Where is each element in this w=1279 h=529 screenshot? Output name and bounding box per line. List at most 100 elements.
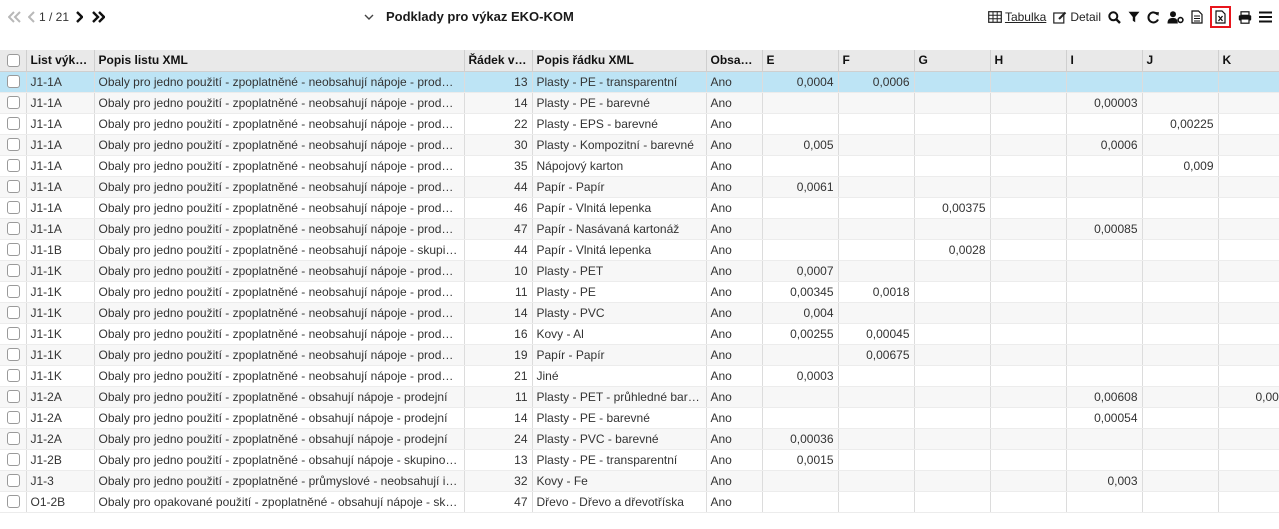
table-row[interactable]: J1-1B Obaly pro jedno použití - zpoplatně… [0, 239, 1279, 261]
table-row[interactable]: J1-1A Obaly pro jedno použití - zpoplatně… [0, 113, 1279, 135]
row-checkbox-cell[interactable] [0, 260, 27, 282]
row-checkbox-cell[interactable] [0, 428, 27, 450]
header-f[interactable]: F [838, 50, 915, 72]
table-row[interactable]: J1-1K Obaly pro jedno použití - zpoplatně… [0, 323, 1279, 345]
table-row[interactable]: J1-1A Obaly pro jedno použití - zpoplatně… [0, 197, 1279, 219]
row-checkbox[interactable] [7, 201, 20, 214]
table-row[interactable]: J1-1A Obaly pro jedno použití - zpoplatně… [0, 218, 1279, 240]
row-checkbox-cell[interactable] [0, 365, 27, 387]
col-j-cell [1142, 281, 1219, 303]
header-obsahuje[interactable]: Obsahuje [706, 50, 763, 72]
row-checkbox[interactable] [7, 495, 20, 508]
row-checkbox[interactable] [7, 369, 20, 382]
row-checkbox[interactable] [7, 180, 20, 193]
previous-record-icon[interactable] [28, 9, 36, 25]
table-row[interactable]: J1-1K Obaly pro jedno použití - zpoplatně… [0, 365, 1279, 387]
header-radek-vykazu[interactable]: Řádek výkazu [464, 50, 533, 72]
last-record-icon[interactable] [91, 9, 106, 25]
row-checkbox[interactable] [7, 411, 20, 424]
header-list-vykazu[interactable]: List výkazu X [26, 50, 95, 72]
header-e[interactable]: E [762, 50, 839, 72]
row-checkbox-cell[interactable] [0, 113, 27, 135]
row-checkbox[interactable] [7, 285, 20, 298]
radek-vykazu-cell: 14 [464, 92, 533, 114]
col-g-cell [914, 155, 991, 177]
table-row[interactable]: J1-1A Obaly pro jedno použití - zpoplatně… [0, 134, 1279, 156]
row-checkbox[interactable] [7, 474, 20, 487]
col-e-cell: 0,00036 [762, 428, 839, 450]
row-checkbox-cell[interactable] [0, 386, 27, 408]
row-checkbox-cell[interactable] [0, 197, 27, 219]
row-checkbox-cell[interactable] [0, 155, 27, 177]
row-checkbox[interactable] [7, 96, 20, 109]
row-checkbox[interactable] [7, 264, 20, 277]
row-checkbox[interactable] [7, 243, 20, 256]
header-j[interactable]: J [1142, 50, 1219, 72]
row-checkbox[interactable] [7, 138, 20, 151]
header-i[interactable]: I [1066, 50, 1143, 72]
row-checkbox-cell[interactable] [0, 176, 27, 198]
detail-view-button[interactable]: Detail [1053, 10, 1101, 24]
row-checkbox-cell[interactable] [0, 323, 27, 345]
table-row[interactable]: J1-1A Obaly pro jedno použití - zpoplatně… [0, 176, 1279, 198]
table-row[interactable]: O1-2B Obaly pro opakované použití - zpopl… [0, 491, 1279, 513]
table-row[interactable]: J1-2B Obaly pro jedno použití - zpoplatně… [0, 449, 1279, 471]
select-all-cell[interactable] [0, 50, 27, 72]
header-k[interactable]: K [1218, 50, 1279, 72]
row-checkbox[interactable] [7, 75, 20, 88]
col-j-cell [1142, 407, 1219, 429]
header-g[interactable]: G [914, 50, 991, 72]
search-icon[interactable] [1108, 10, 1121, 24]
header-h[interactable]: H [990, 50, 1067, 72]
table-row[interactable]: J1-2A Obaly pro jedno použití - zpoplatně… [0, 428, 1279, 450]
row-checkbox-cell[interactable] [0, 491, 27, 513]
header-popis-listu[interactable]: Popis listu XML [94, 50, 465, 72]
excel-export-button[interactable] [1210, 6, 1231, 28]
row-checkbox-cell[interactable] [0, 134, 27, 156]
menu-icon[interactable] [1259, 11, 1272, 23]
chevron-down-icon[interactable] [364, 10, 374, 24]
table-row[interactable]: J1-1A Obaly pro jedno použití - zpoplatně… [0, 92, 1279, 114]
col-k-cell [1218, 365, 1279, 387]
table-row[interactable]: J1-1K Obaly pro jedno použití - zpoplatně… [0, 302, 1279, 324]
row-checkbox-cell[interactable] [0, 92, 27, 114]
row-checkbox-cell[interactable] [0, 239, 27, 261]
col-i-cell [1066, 155, 1143, 177]
row-checkbox[interactable] [7, 306, 20, 319]
document-icon[interactable] [1191, 10, 1203, 24]
select-all-checkbox[interactable] [7, 53, 20, 67]
row-checkbox[interactable] [7, 348, 20, 361]
row-checkbox-cell[interactable] [0, 344, 27, 366]
user-settings-icon[interactable] [1167, 10, 1184, 24]
table-row[interactable]: J1-1A Obaly pro jedno použití - zpoplatně… [0, 71, 1279, 93]
table-row[interactable]: J1-1A Obaly pro jedno použití - zpoplatně… [0, 155, 1279, 177]
row-checkbox[interactable] [7, 327, 20, 340]
row-checkbox-cell[interactable] [0, 71, 27, 93]
print-icon[interactable] [1238, 10, 1252, 24]
table-row[interactable]: J1-2A Obaly pro jedno použití - zpoplatně… [0, 386, 1279, 408]
row-checkbox-cell[interactable] [0, 407, 27, 429]
row-checkbox-cell[interactable] [0, 218, 27, 240]
first-record-icon[interactable] [8, 9, 22, 25]
table-row[interactable]: J1-1K Obaly pro jedno použití - zpoplatně… [0, 260, 1279, 282]
col-e-cell: 0,0015 [762, 449, 839, 471]
table-row[interactable]: J1-3 Obaly pro jedno použití - zpoplatněn… [0, 470, 1279, 492]
row-checkbox-cell[interactable] [0, 302, 27, 324]
row-checkbox[interactable] [7, 432, 20, 445]
table-row[interactable]: J1-2A Obaly pro jedno použití - zpoplatně… [0, 407, 1279, 429]
row-checkbox-cell[interactable] [0, 449, 27, 471]
row-checkbox-cell[interactable] [0, 281, 27, 303]
refresh-icon[interactable] [1147, 10, 1160, 24]
filter-icon[interactable] [1128, 11, 1140, 23]
row-checkbox[interactable] [7, 390, 20, 403]
row-checkbox[interactable] [7, 453, 20, 466]
row-checkbox[interactable] [7, 222, 20, 235]
row-checkbox[interactable] [7, 159, 20, 172]
table-row[interactable]: J1-1K Obaly pro jedno použití - zpoplatně… [0, 281, 1279, 303]
row-checkbox-cell[interactable] [0, 470, 27, 492]
tabulka-view-button[interactable]: Tabulka [988, 10, 1046, 24]
header-popis-radku[interactable]: Popis řádku XML [532, 50, 707, 72]
next-record-icon[interactable] [75, 9, 84, 25]
table-row[interactable]: J1-1K Obaly pro jedno použití - zpoplatně… [0, 344, 1279, 366]
row-checkbox[interactable] [7, 117, 20, 130]
